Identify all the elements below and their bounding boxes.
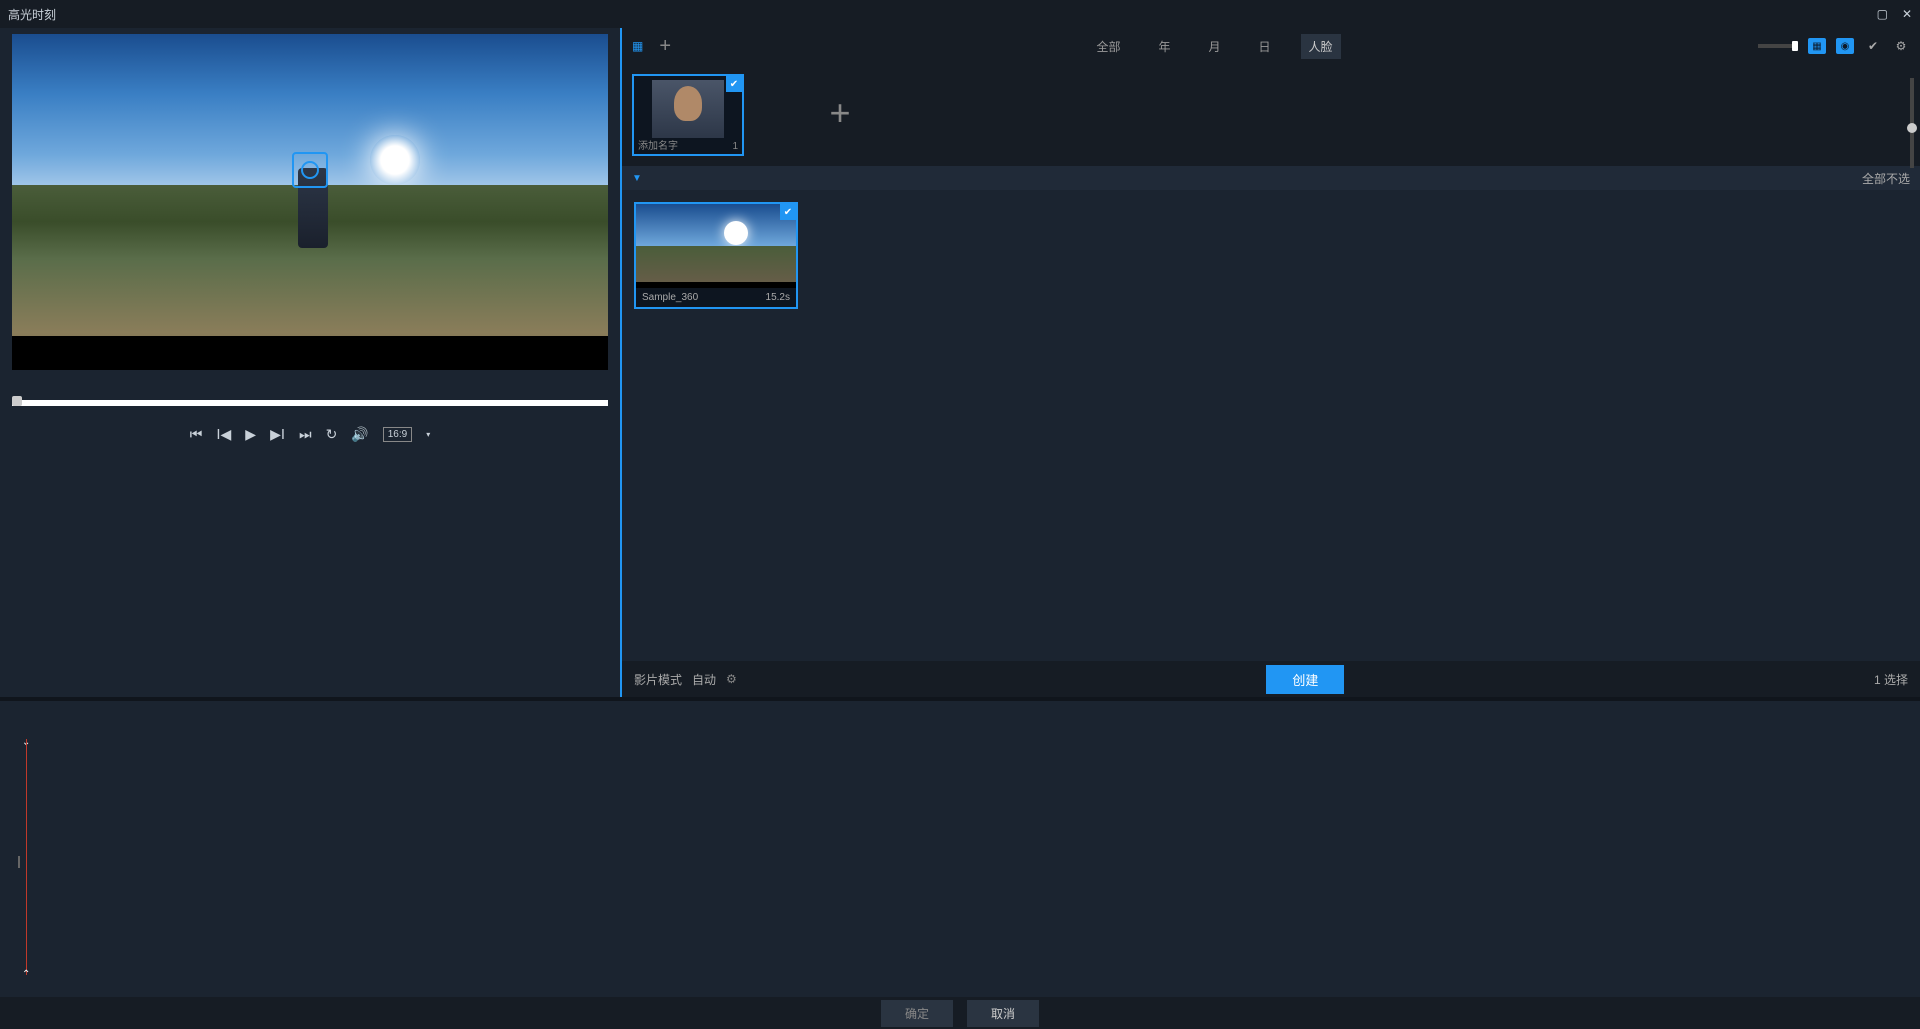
- window-title: 高光时刻: [8, 6, 56, 23]
- main-area: ⏮ Ⅰ◀ ▶ ▶Ⅰ ⏭ ↻ 🔊 16:9 ▾ ▦ + 全部 年 月 日 人脸: [0, 28, 1920, 697]
- volume-icon[interactable]: 🔊: [351, 426, 368, 443]
- scrubber-head[interactable]: [12, 396, 22, 406]
- tab-month[interactable]: 月: [1201, 34, 1229, 59]
- face-detection-box[interactable]: [292, 152, 328, 188]
- scrubber[interactable]: [12, 400, 608, 406]
- settings-icon[interactable]: ⚙: [1892, 38, 1910, 54]
- tab-face[interactable]: 人脸: [1301, 34, 1341, 59]
- ok-button[interactable]: 确定: [881, 1000, 953, 1027]
- loop-icon[interactable]: ↻: [326, 426, 338, 443]
- prev-frame-icon[interactable]: Ⅰ◀: [216, 426, 231, 443]
- timeline-tick: [18, 856, 20, 868]
- library-box-icon[interactable]: ▦: [632, 39, 643, 53]
- selected-count: 1 选择: [1874, 671, 1908, 688]
- create-button[interactable]: 创建: [1266, 665, 1344, 694]
- selection-header: ▼ 全部不选: [622, 166, 1920, 190]
- next-frame-icon[interactable]: ▶Ⅰ: [270, 426, 285, 443]
- timeline-marker-bottom[interactable]: ⌃: [22, 969, 30, 977]
- close-icon[interactable]: ✕: [1902, 7, 1912, 21]
- tab-day[interactable]: 日: [1251, 34, 1279, 59]
- library-footer: 影片模式 自动 ⚙ 创建 1 选择: [622, 661, 1920, 697]
- tab-all[interactable]: 全部: [1088, 34, 1128, 59]
- timeline-panel[interactable]: ⌄ ⌃: [0, 697, 1920, 997]
- preview-panel: ⏮ Ⅰ◀ ▶ ▶Ⅰ ⏭ ↻ 🔊 16:9 ▾: [0, 28, 620, 697]
- skip-end-icon[interactable]: ⏭: [299, 426, 312, 443]
- maximize-icon[interactable]: ▢: [1877, 7, 1888, 21]
- clip-duration: 15.2s: [766, 292, 790, 303]
- mode-value[interactable]: 自动: [692, 671, 716, 688]
- aspect-ratio-button[interactable]: 16:9: [383, 427, 412, 442]
- view-face-icon[interactable]: ◉: [1836, 38, 1854, 54]
- add-face-button[interactable]: +: [784, 74, 896, 156]
- title-bar: 高光时刻 ▢ ✕: [0, 0, 1920, 28]
- clip-thumbnail: [636, 204, 796, 288]
- collapse-chevron-icon[interactable]: ▼: [632, 173, 642, 184]
- deselect-all-button[interactable]: 全部不选: [1862, 170, 1910, 187]
- clip-selected-check-icon[interactable]: ✔: [780, 204, 796, 220]
- dialog-footer: 确定 取消: [0, 997, 1920, 1029]
- face-selected-check-icon[interactable]: ✔: [726, 76, 742, 92]
- vertical-zoom-slider[interactable]: [1910, 78, 1914, 168]
- skip-start-icon[interactable]: ⏮: [190, 426, 203, 443]
- tab-year[interactable]: 年: [1151, 34, 1179, 59]
- filter-tabs: 全部 年 月 日 人脸: [1088, 34, 1340, 59]
- mode-label: 影片模式: [634, 671, 682, 688]
- face-card[interactable]: ✔ 添加名字 1: [632, 74, 744, 156]
- aspect-ratio-dropdown-icon[interactable]: ▾: [426, 430, 430, 439]
- clip-card[interactable]: ✔ Sample_360 15.2s: [634, 202, 798, 309]
- player-controls: ⏮ Ⅰ◀ ▶ ▶Ⅰ ⏭ ↻ 🔊 16:9 ▾: [0, 426, 620, 455]
- mode-settings-icon[interactable]: ⚙: [726, 672, 737, 686]
- play-icon[interactable]: ▶: [245, 426, 256, 443]
- library-panel: ▦ + 全部 年 月 日 人脸 ▦ ◉ ✔ ⚙: [620, 28, 1920, 697]
- check-icon[interactable]: ✔: [1864, 38, 1882, 54]
- thumbnail-size-slider[interactable]: [1758, 44, 1798, 48]
- window-controls: ▢ ✕: [1877, 7, 1912, 21]
- timeline-playhead[interactable]: [26, 739, 27, 975]
- face-count: 1: [732, 141, 738, 152]
- face-thumbnail: [652, 80, 724, 138]
- faces-row: ✔ 添加名字 1 +: [622, 64, 1920, 166]
- video-preview[interactable]: [12, 34, 608, 370]
- cancel-button[interactable]: 取消: [967, 1000, 1039, 1027]
- library-toolbar: ▦ + 全部 年 月 日 人脸 ▦ ◉ ✔ ⚙: [622, 28, 1920, 64]
- face-name-label[interactable]: 添加名字: [638, 137, 678, 152]
- clip-name: Sample_360: [642, 292, 698, 303]
- clips-area: ✔ Sample_360 15.2s: [622, 190, 1920, 661]
- add-media-icon[interactable]: +: [659, 35, 671, 58]
- view-grid-icon[interactable]: ▦: [1808, 38, 1826, 54]
